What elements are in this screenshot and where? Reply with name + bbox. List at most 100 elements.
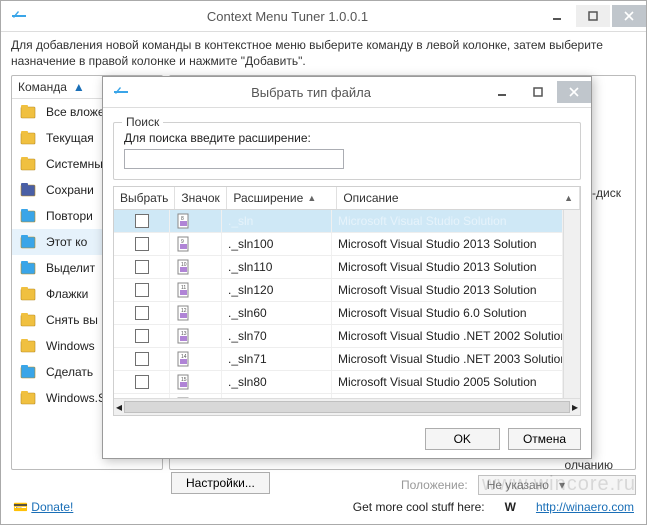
table-row[interactable]: 12 ._sln60Microsoft Visual Studio 6.0 Sol… bbox=[114, 302, 563, 325]
command-item-icon bbox=[18, 154, 38, 174]
checkbox[interactable] bbox=[135, 375, 149, 389]
svg-text:9: 9 bbox=[181, 239, 184, 245]
dialog-titlebar: Выбрать тип файла bbox=[103, 77, 591, 108]
checkbox[interactable] bbox=[135, 352, 149, 366]
cool-stuff-link[interactable]: http://winaero.com bbox=[536, 500, 634, 514]
search-group-title: Поиск bbox=[122, 115, 163, 129]
command-item-label: Все вложе bbox=[46, 105, 105, 119]
command-item-label: Снять вы bbox=[46, 313, 98, 327]
command-item-icon bbox=[18, 310, 38, 330]
dialog-maximize-button[interactable] bbox=[521, 81, 555, 103]
grid-vertical-scrollbar[interactable] bbox=[563, 210, 580, 398]
command-item-label: Сделать bbox=[46, 365, 93, 379]
footer: 💳 Donate! Get more cool stuff here: W ht… bbox=[11, 494, 636, 520]
grid-body[interactable]: 8._slnMicrosoft Visual Studio Solution 9.… bbox=[114, 210, 563, 398]
command-item-label: Повтори bbox=[46, 209, 93, 223]
row-checkbox-cell[interactable] bbox=[114, 256, 170, 278]
position-combo[interactable]: Не указано ▾ bbox=[478, 475, 636, 495]
search-input[interactable] bbox=[124, 149, 344, 169]
command-item-icon bbox=[18, 336, 38, 356]
row-description: Microsoft Visual Studio 2013 Solution bbox=[332, 279, 563, 301]
table-row[interactable]: 14 ._sln71Microsoft Visual Studio .NET 20… bbox=[114, 348, 563, 371]
row-checkbox-cell[interactable] bbox=[114, 279, 170, 301]
col-icon[interactable]: Значок bbox=[175, 187, 227, 209]
row-extension: ._sln110 bbox=[222, 256, 332, 278]
row-icon-cell: 10 bbox=[170, 256, 222, 278]
table-row[interactable]: 15._sln80Microsoft Visual Studio 2005 So… bbox=[114, 371, 563, 394]
cancel-button[interactable]: Отмена bbox=[508, 428, 581, 450]
command-item-label: Windows bbox=[46, 339, 95, 353]
donate-link[interactable]: Donate! bbox=[31, 500, 73, 514]
intro-text: Для добавления новой команды в контекстн… bbox=[11, 38, 636, 69]
row-extension: ._sln60 bbox=[222, 302, 332, 324]
row-description: Microsoft Visual Studio 2005 Solution bbox=[332, 371, 563, 393]
maximize-button[interactable] bbox=[576, 5, 610, 27]
main-window: Context Menu Tuner 1.0.0.1 Для добавлени… bbox=[0, 0, 647, 525]
command-item-icon bbox=[18, 362, 38, 382]
row-description: Microsoft Visual Studio 2013 Solution bbox=[332, 256, 563, 278]
row-checkbox-cell[interactable] bbox=[114, 348, 170, 370]
command-item-icon bbox=[18, 284, 38, 304]
svg-text:15: 15 bbox=[181, 377, 187, 383]
command-item-icon bbox=[18, 258, 38, 278]
position-field: Положение: Не указано ▾ bbox=[401, 475, 636, 495]
row-description: Microsoft Visual Studio 2013 Solution bbox=[332, 233, 563, 255]
row-extension: ._sln120 bbox=[222, 279, 332, 301]
command-item-label: Выделит bbox=[46, 261, 95, 275]
position-label: Положение: bbox=[401, 478, 468, 492]
command-item-icon bbox=[18, 102, 38, 122]
command-item-label: Флажки bbox=[46, 287, 88, 301]
search-group: Поиск Для поиска введите расширение: bbox=[113, 122, 581, 180]
settings-button[interactable]: Настройки... bbox=[171, 472, 270, 494]
app-icon bbox=[9, 6, 29, 26]
donate-area: 💳 Donate! bbox=[13, 500, 73, 514]
row-icon-cell: 11 bbox=[170, 279, 222, 301]
col-extension[interactable]: Расширение▲ bbox=[227, 187, 337, 209]
winaero-icon: W bbox=[505, 500, 516, 514]
row-extension: ._sln100 bbox=[222, 233, 332, 255]
command-item-icon bbox=[18, 232, 38, 252]
grid-horizontal-scrollbar[interactable]: ◂ ▸ bbox=[114, 398, 580, 415]
checkbox[interactable] bbox=[135, 306, 149, 320]
file-type-dialog: Выбрать тип файла Поиск Для поиска введи… bbox=[102, 76, 592, 459]
col-description[interactable]: Описание▲ bbox=[337, 187, 580, 209]
col-select[interactable]: Выбрать bbox=[114, 187, 175, 209]
dialog-title: Выбрать тип файла bbox=[139, 85, 483, 100]
checkbox[interactable] bbox=[135, 214, 149, 228]
row-description: Microsoft Visual Studio .NET 2003 Soluti… bbox=[332, 348, 563, 370]
command-item-icon bbox=[18, 128, 38, 148]
table-row[interactable]: 8._slnMicrosoft Visual Studio Solution bbox=[114, 210, 563, 233]
checkbox[interactable] bbox=[135, 283, 149, 297]
table-row[interactable]: 13._sln70Microsoft Visual Studio .NET 20… bbox=[114, 325, 563, 348]
svg-text:12: 12 bbox=[181, 308, 187, 314]
svg-text:8: 8 bbox=[181, 216, 184, 222]
row-checkbox-cell[interactable] bbox=[114, 302, 170, 324]
row-icon-cell: 8 bbox=[170, 210, 222, 232]
row-checkbox-cell[interactable] bbox=[114, 371, 170, 393]
checkbox[interactable] bbox=[135, 260, 149, 274]
sort-up-icon[interactable]: ▲ bbox=[73, 80, 85, 94]
row-extension: ._sln71 bbox=[222, 348, 332, 370]
dialog-minimize-button[interactable] bbox=[485, 81, 519, 103]
row-icon-cell: 9 bbox=[170, 233, 222, 255]
command-item-label: Сохрани bbox=[46, 183, 94, 197]
close-button[interactable] bbox=[612, 5, 646, 27]
row-icon-cell: 15 bbox=[170, 371, 222, 393]
row-checkbox-cell[interactable] bbox=[114, 325, 170, 347]
main-title: Context Menu Tuner 1.0.0.1 bbox=[37, 9, 538, 24]
dialog-close-button[interactable] bbox=[557, 81, 591, 103]
table-row[interactable]: 10._sln110Microsoft Visual Studio 2013 S… bbox=[114, 256, 563, 279]
row-checkbox-cell[interactable] bbox=[114, 233, 170, 255]
main-titlebar: Context Menu Tuner 1.0.0.1 bbox=[1, 1, 646, 32]
row-checkbox-cell[interactable] bbox=[114, 210, 170, 232]
svg-text:14: 14 bbox=[181, 354, 187, 360]
ok-button[interactable]: OK bbox=[425, 428, 500, 450]
command-panel-title: Команда bbox=[18, 80, 67, 94]
table-row[interactable]: 11._sln120Microsoft Visual Studio 2013 S… bbox=[114, 279, 563, 302]
checkbox[interactable] bbox=[135, 329, 149, 343]
minimize-button[interactable] bbox=[540, 5, 574, 27]
donate-icon: 💳 bbox=[13, 500, 28, 514]
table-row[interactable]: 9 ._sln100Microsoft Visual Studio 2013 So… bbox=[114, 233, 563, 256]
row-description: Microsoft Visual Studio 6.0 Solution bbox=[332, 302, 563, 324]
checkbox[interactable] bbox=[135, 237, 149, 251]
